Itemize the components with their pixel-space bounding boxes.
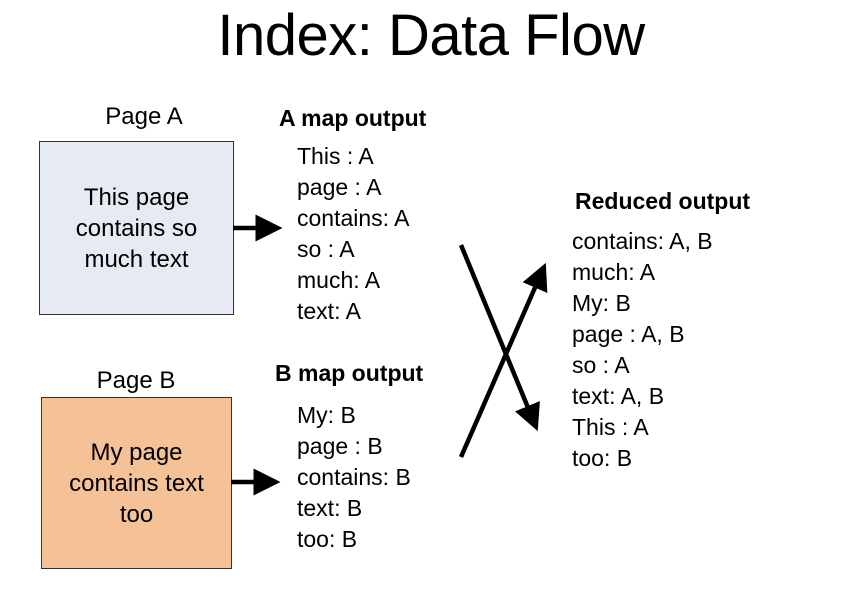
flow-arrows	[231, 214, 548, 496]
arrow-a-map-to-reduced	[458, 244, 540, 432]
arrow-b-map-to-reduced	[458, 262, 548, 458]
